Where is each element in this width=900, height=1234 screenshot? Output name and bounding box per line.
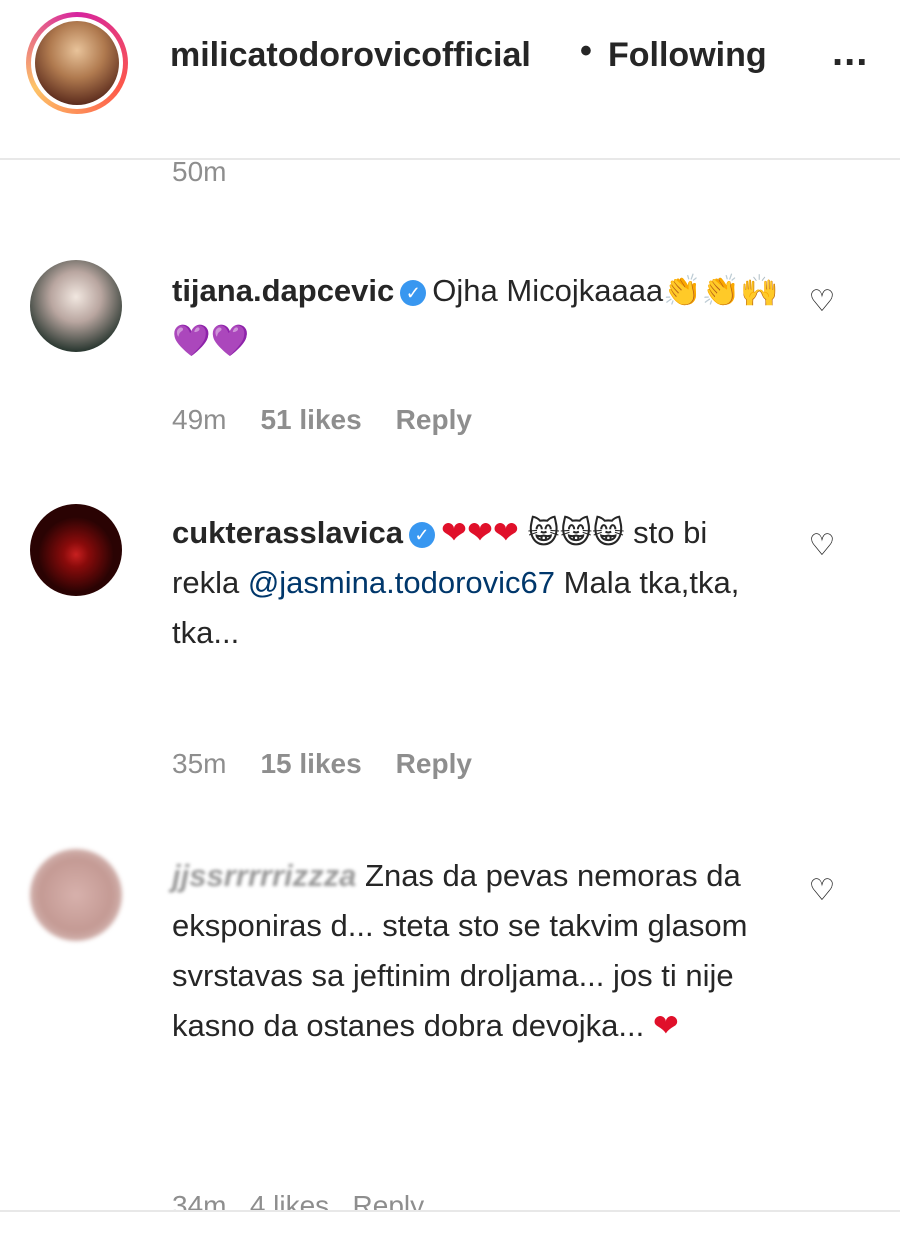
- comment-meta: 49m 51 likes Reply: [172, 404, 506, 436]
- like-count[interactable]: 4 likes: [250, 1190, 329, 1210]
- like-heart-icon[interactable]: ♡: [806, 286, 838, 318]
- header-username[interactable]: milicatodorovicofficial: [170, 36, 531, 75]
- following-button[interactable]: Following: [608, 36, 767, 75]
- avatar[interactable]: [30, 849, 122, 941]
- like-count[interactable]: 51 likes: [260, 404, 361, 435]
- comment-username[interactable]: cukterasslavica: [172, 515, 403, 550]
- like-count[interactable]: 15 likes: [260, 748, 361, 779]
- comment-meta: 35m 15 likes Reply: [172, 748, 506, 780]
- profile-avatar[interactable]: [26, 12, 128, 114]
- more-options-icon[interactable]: ...: [832, 30, 868, 75]
- cat-emoji: 😸😸😸: [527, 515, 625, 551]
- comment-time: 35m: [172, 748, 227, 779]
- purple-heart-emoji: 💜💜: [172, 323, 250, 359]
- comment-text: Ojha Micojkaaaa: [432, 273, 664, 308]
- reply-button[interactable]: Reply: [353, 1190, 425, 1210]
- separator-dot: •: [580, 32, 592, 70]
- comment-username[interactable]: jjssrrrrrizzza: [172, 858, 356, 893]
- like-heart-icon[interactable]: ♡: [806, 530, 838, 562]
- clapping-emoji: 👏👏🙌: [663, 273, 779, 309]
- divider: [0, 158, 900, 160]
- verified-badge-icon: ✓: [400, 279, 427, 306]
- post-header: milicatodorovicofficial • Following ...: [0, 0, 900, 130]
- verified-badge-icon: ✓: [408, 521, 435, 548]
- red-heart-emoji: ❤: [652, 1008, 679, 1044]
- reply-button[interactable]: Reply: [396, 748, 472, 779]
- comment-username[interactable]: tijana.dapcevic: [172, 273, 394, 308]
- like-heart-icon[interactable]: ♡: [806, 875, 838, 907]
- avatar[interactable]: [30, 260, 122, 352]
- reply-button[interactable]: Reply: [396, 404, 472, 435]
- comment-time: 49m: [172, 404, 227, 435]
- comment-time: 50m: [172, 158, 227, 186]
- comment-meta-cutoff: 34m 4 likes Reply: [172, 1190, 424, 1210]
- comment-time: 34m: [172, 1190, 227, 1210]
- avatar[interactable]: [30, 504, 122, 596]
- red-heart-emoji: ❤❤❤: [440, 515, 519, 551]
- divider: [0, 1210, 900, 1212]
- mention-link[interactable]: @jasmina.todorovic67: [248, 565, 555, 600]
